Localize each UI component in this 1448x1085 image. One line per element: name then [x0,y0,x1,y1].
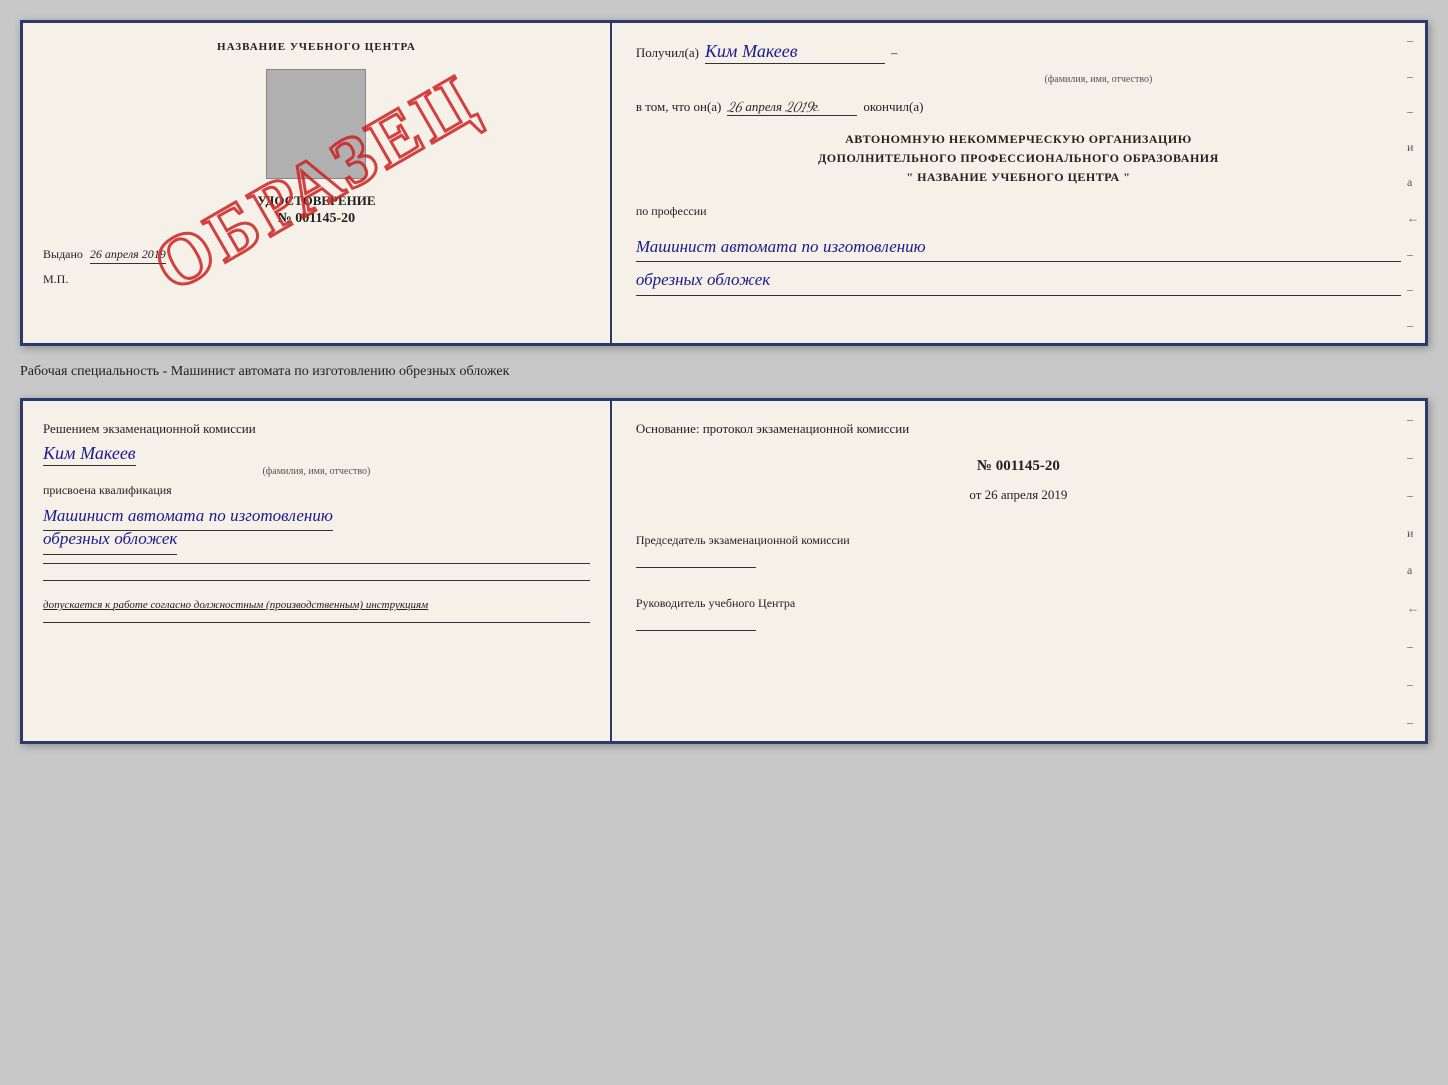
chairman-label: Председатель экзаменационной комиссии [636,533,1401,548]
org-block: АВТОНОМНУЮ НЕКОММЕРЧЕСКУЮ ОРГАНИЗАЦИЮ ДО… [636,130,1401,188]
org-line1: АВТОНОМНУЮ НЕКОММЕРЧЕСКУЮ ОРГАНИЗАЦИЮ [636,130,1401,149]
date-value: 26 апреля 2019г. [727,99,857,116]
issued-date: Выдано 26 апреля 2019 [43,247,590,262]
top-left-center-title: НАЗВАНИЕ УЧЕБНОГО ЦЕНТРА [217,41,416,53]
allowed-label: допускается к [43,599,110,611]
protocol-date-prefix: от [969,487,981,502]
chairman-signature-line [636,552,756,568]
profession-line2: обрезных обложек [636,266,1401,296]
bottom-right-dashes: – – – и а ← – – – [1407,401,1419,741]
bottom-name-sub-label: (фамилия, имя, отчество) [43,466,590,477]
head-block: Руководитель учебного Центра [636,596,1401,635]
issued-date-value: 26 апреля 2019 [90,247,166,264]
bottom-doc-left: Решением экзаменационной комиссии Ким Ма… [23,401,612,741]
date-label: в том, что он(а) [636,99,722,115]
org-line3: " НАЗВАНИЕ УЧЕБНОГО ЦЕНТРА " [636,168,1401,187]
top-document: НАЗВАНИЕ УЧЕБНОГО ЦЕНТРА ОБРАЗЕЦ УДОСТОВ… [20,20,1428,346]
qualification-label: присвоена квалификация [43,483,172,498]
cert-number: № 001145-20 [278,211,355,227]
recipient-label: Получил(а) [636,45,699,61]
date-end-label: окончил(а) [863,99,923,115]
profession-line1: Машинист автомата по изготовлению [636,233,1401,263]
issued-label: Выдано [43,247,83,261]
profession-label: по профессии [636,204,1401,219]
protocol-date-value: 26 апреля 2019 [985,487,1068,502]
top-doc-right: Получил(а) Ким Макеев – (фамилия, имя, о… [612,23,1425,343]
head-label: Руководитель учебного Центра [636,596,1401,611]
bottom-name: Ким Макеев [43,443,136,466]
protocol-num: № 001145-20 [636,458,1401,475]
bottom-document: Решением экзаменационной комиссии Ким Ма… [20,398,1428,744]
protocol-date: от 26 апреля 2019 [636,487,1401,503]
dash-after-name: – [891,45,898,61]
allowed-text-block: допускается к работе согласно должностны… [43,597,428,614]
basis-label: Основание: протокол экзаменационной коми… [636,419,1401,440]
recipient-name: Ким Макеев [705,41,885,64]
date-line: в том, что он(а) 26 апреля 2019г. окончи… [636,99,1401,116]
mp-label: М.П. [43,272,68,287]
qualification-line2: обрезных обложек [43,525,177,555]
chairman-block: Председатель экзаменационной комиссии [636,533,1401,572]
recipient-line: Получил(а) Ким Макеев – [636,41,1401,64]
info-bar-text: Рабочая специальность - Машинист автомат… [20,364,509,379]
recipient-sub-label: (фамилия, имя, отчество) [716,74,1448,85]
head-signature-line [636,615,756,631]
allowed-text: работе согласно должностным (производств… [113,599,428,611]
page-wrapper: НАЗВАНИЕ УЧЕБНОГО ЦЕНТРА ОБРАЗЕЦ УДОСТОВ… [20,20,1428,744]
cert-title: УДОСТОВЕРЕНИЕ [257,193,375,209]
top-doc-left: НАЗВАНИЕ УЧЕБНОГО ЦЕНТРА ОБРАЗЕЦ УДОСТОВ… [23,23,612,343]
info-bar: Рабочая специальность - Машинист автомат… [20,358,1428,386]
bottom-doc-right: Основание: протокол экзаменационной коми… [612,401,1425,741]
photo-placeholder [266,69,366,179]
right-dashes: – – – и а ← – – – [1407,23,1419,343]
decision-text: Решением экзаменационной комиссии [43,419,256,439]
org-line2: ДОПОЛНИТЕЛЬНОГО ПРОФЕССИОНАЛЬНОГО ОБРАЗО… [636,149,1401,168]
decision-label: Решением экзаменационной комиссии [43,421,256,436]
